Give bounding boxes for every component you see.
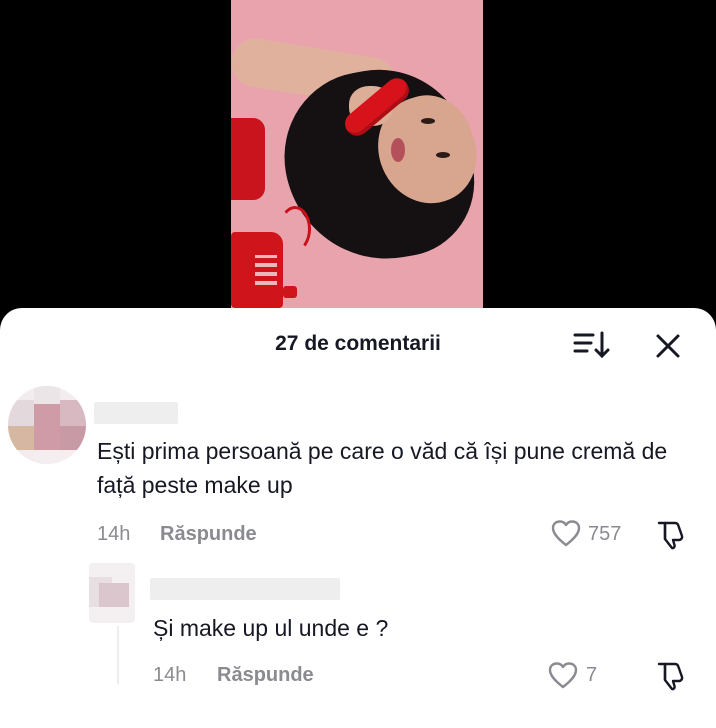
video-frame[interactable] bbox=[231, 0, 483, 330]
heart-icon[interactable] bbox=[551, 519, 581, 549]
comment-time: 14h bbox=[97, 523, 131, 545]
comments-sheet: 27 de comentarii Ești prima persoană pe … bbox=[0, 308, 716, 728]
reply-button[interactable]: Răspunde bbox=[217, 664, 314, 687]
like-count: 7 bbox=[586, 664, 598, 686]
comment-time: 14h bbox=[153, 664, 187, 686]
avatar[interactable] bbox=[8, 386, 86, 464]
dislike-icon[interactable] bbox=[655, 519, 687, 551]
dislike-icon[interactable] bbox=[655, 660, 687, 692]
sort-icon[interactable] bbox=[572, 330, 612, 360]
username-blurred[interactable] bbox=[150, 578, 340, 600]
close-icon[interactable] bbox=[652, 330, 684, 362]
thread-line bbox=[117, 626, 119, 684]
reply-button[interactable]: Răspunde bbox=[160, 523, 257, 546]
heart-icon[interactable] bbox=[548, 661, 578, 691]
like-count: 757 bbox=[588, 523, 622, 545]
comment-text: Și make up ul unde e ? bbox=[153, 615, 389, 641]
username-blurred[interactable] bbox=[94, 402, 178, 424]
avatar[interactable] bbox=[89, 563, 135, 623]
video-player[interactable] bbox=[0, 0, 716, 330]
comment-text: Ești prima persoană pe care o văd că își… bbox=[97, 438, 668, 498]
